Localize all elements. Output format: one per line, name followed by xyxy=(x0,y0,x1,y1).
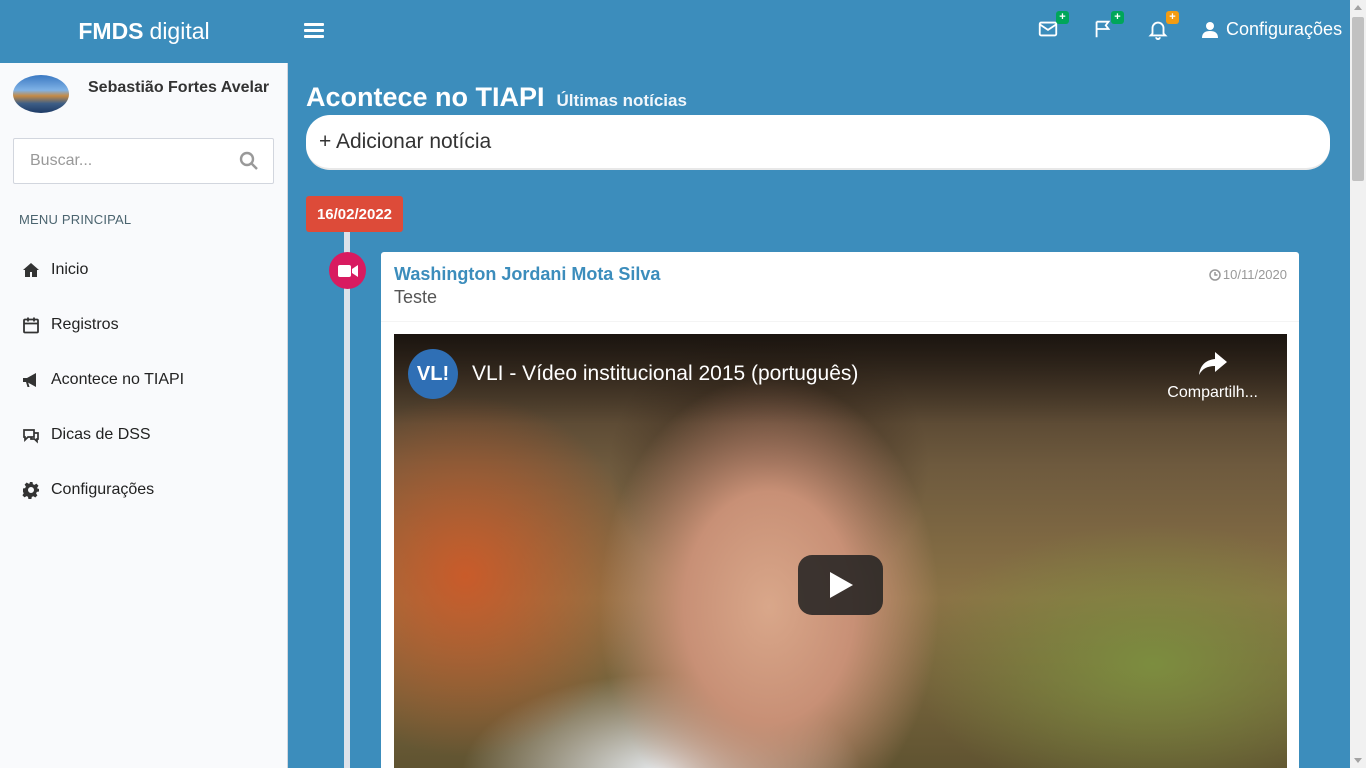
sidebar-search-form xyxy=(13,138,274,184)
timeline-date-label: 16/02/2022 xyxy=(306,196,403,232)
hamburger-icon-bar xyxy=(304,29,324,32)
timeline-line xyxy=(344,232,350,768)
sidebar-item-inicio[interactable]: Inicio xyxy=(0,248,287,292)
play-button[interactable] xyxy=(798,555,883,615)
hamburger-icon xyxy=(304,23,324,26)
video-camera-icon xyxy=(337,264,358,277)
scroll-down-arrow[interactable] xyxy=(1354,758,1362,763)
share-button[interactable]: Compartilh... xyxy=(1167,352,1258,402)
channel-logo[interactable]: VL! xyxy=(408,349,458,399)
post-author-link[interactable]: Washington Jordani Mota Silva xyxy=(394,264,1286,285)
search-button[interactable] xyxy=(239,151,259,171)
logo-light-text: digital xyxy=(149,18,210,44)
sidebar-item-label: Registros xyxy=(51,316,119,333)
sidebar-item-label: Inicio xyxy=(51,261,89,278)
sidebar-item-dicas-dss[interactable]: Dicas de DSS xyxy=(0,413,287,457)
flags-button[interactable]: + xyxy=(1092,11,1124,44)
search-input[interactable] xyxy=(14,139,229,183)
hamburger-icon-bar xyxy=(304,35,324,38)
bullhorn-icon xyxy=(23,373,36,387)
play-icon xyxy=(829,572,853,598)
sidebar-item-label: Configurações xyxy=(51,481,155,498)
sidebar-item-label: Dicas de DSS xyxy=(51,426,151,443)
comments-icon xyxy=(23,429,39,444)
post-time: 10/11/2020 xyxy=(1209,267,1287,282)
add-news-button[interactable]: + Adicionar notícia xyxy=(306,115,1330,170)
user-panel: Sebastião Fortes Avelar xyxy=(13,75,269,113)
messages-button[interactable]: + xyxy=(1037,11,1069,44)
share-label: Compartilh... xyxy=(1167,384,1258,401)
user-name: Sebastião Fortes Avelar xyxy=(88,79,270,96)
page-scrollbar[interactable] xyxy=(1350,0,1366,768)
avatar xyxy=(13,75,69,113)
sidebar-item-label: Acontece no TIAPI xyxy=(51,371,185,388)
messages-badge: + xyxy=(1056,11,1069,24)
sidebar: Sebastião Fortes Avelar MENU PRINCIPAL I… xyxy=(0,63,288,768)
search-icon xyxy=(239,151,258,170)
app-logo[interactable]: FMDS digital xyxy=(0,0,288,63)
sidebar-item-acontece[interactable]: Acontece no TIAPI xyxy=(0,358,287,402)
top-navbar: FMDS digital + + + Configurações xyxy=(0,0,1350,63)
timeline-item: Washington Jordani Mota Silva Teste 10/1… xyxy=(381,252,1299,768)
page-title: Acontece no TIAPI Últimas notícias xyxy=(306,82,687,113)
embedded-video[interactable]: VL! VLI - Vídeo institucional 2015 (port… xyxy=(394,334,1287,768)
video-title[interactable]: VLI - Vídeo institucional 2015 (portuguê… xyxy=(472,362,858,386)
scroll-up-arrow[interactable] xyxy=(1354,5,1362,10)
page-title-text: Acontece no TIAPI xyxy=(306,82,545,112)
logo-bold-text: FMDS xyxy=(78,18,144,44)
sidebar-item-configuracoes[interactable]: Configurações xyxy=(0,468,287,512)
timeline-video-marker xyxy=(329,252,366,289)
sidebar-toggle-button[interactable] xyxy=(304,20,324,42)
share-icon xyxy=(1198,352,1227,375)
user-icon xyxy=(1202,22,1218,38)
sidebar-item-registros[interactable]: Registros xyxy=(0,303,287,347)
notifications-button[interactable]: + xyxy=(1147,11,1179,44)
notifications-badge: + xyxy=(1166,11,1179,24)
timeline-item-header: Washington Jordani Mota Silva Teste 10/1… xyxy=(381,252,1299,322)
gear-icon xyxy=(22,482,39,499)
page-subtitle: Últimas notícias xyxy=(556,91,687,110)
calendar-icon xyxy=(23,317,39,334)
menu-header: MENU PRINCIPAL xyxy=(19,212,132,227)
clock-icon xyxy=(1209,268,1221,281)
flags-badge: + xyxy=(1111,11,1124,24)
scroll-thumb[interactable] xyxy=(1352,17,1364,181)
post-text: Teste xyxy=(394,287,438,307)
post-time-text: 10/11/2020 xyxy=(1222,267,1287,282)
header-configuracoes-link[interactable]: Configurações xyxy=(1202,19,1342,40)
home-icon xyxy=(23,263,39,277)
header-configuracoes-label: Configurações xyxy=(1226,19,1343,39)
